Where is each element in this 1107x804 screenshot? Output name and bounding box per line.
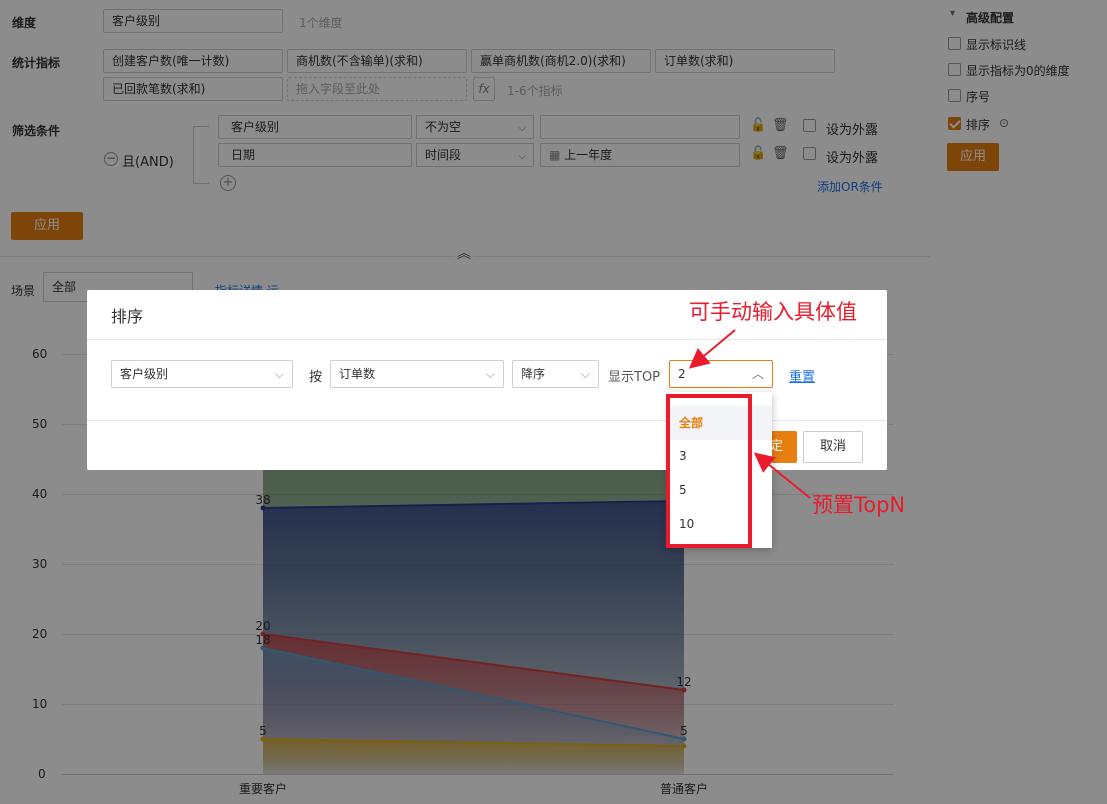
annotation-manual-input: 可手动输入具体值 (689, 300, 857, 324)
dialog-divider (87, 339, 887, 340)
chevron-down-icon: ⌵ (274, 367, 284, 381)
annotation-preset-topn: 预置TopN (812, 493, 906, 517)
cancel-button[interactable]: 取消 (803, 431, 863, 463)
chevron-up-icon: ︿ (751, 367, 764, 381)
top-n-input[interactable]: 2 ︿ (669, 360, 773, 388)
chevron-down-icon: ⌵ (485, 367, 495, 381)
top-label: 显示TOP (608, 370, 661, 385)
sort-metric-select[interactable]: 订单数 ⌵ (330, 360, 504, 388)
highlight-box (666, 394, 752, 548)
sort-dimension-select[interactable]: 客户级别 ⌵ (111, 360, 293, 388)
chevron-down-icon: ⌵ (580, 367, 590, 381)
reset-link[interactable]: 重置 (789, 366, 815, 385)
by-label: 按 (309, 370, 323, 385)
dialog-title: 排序 (111, 307, 144, 326)
sort-order-select[interactable]: 降序 ⌵ (512, 360, 599, 388)
